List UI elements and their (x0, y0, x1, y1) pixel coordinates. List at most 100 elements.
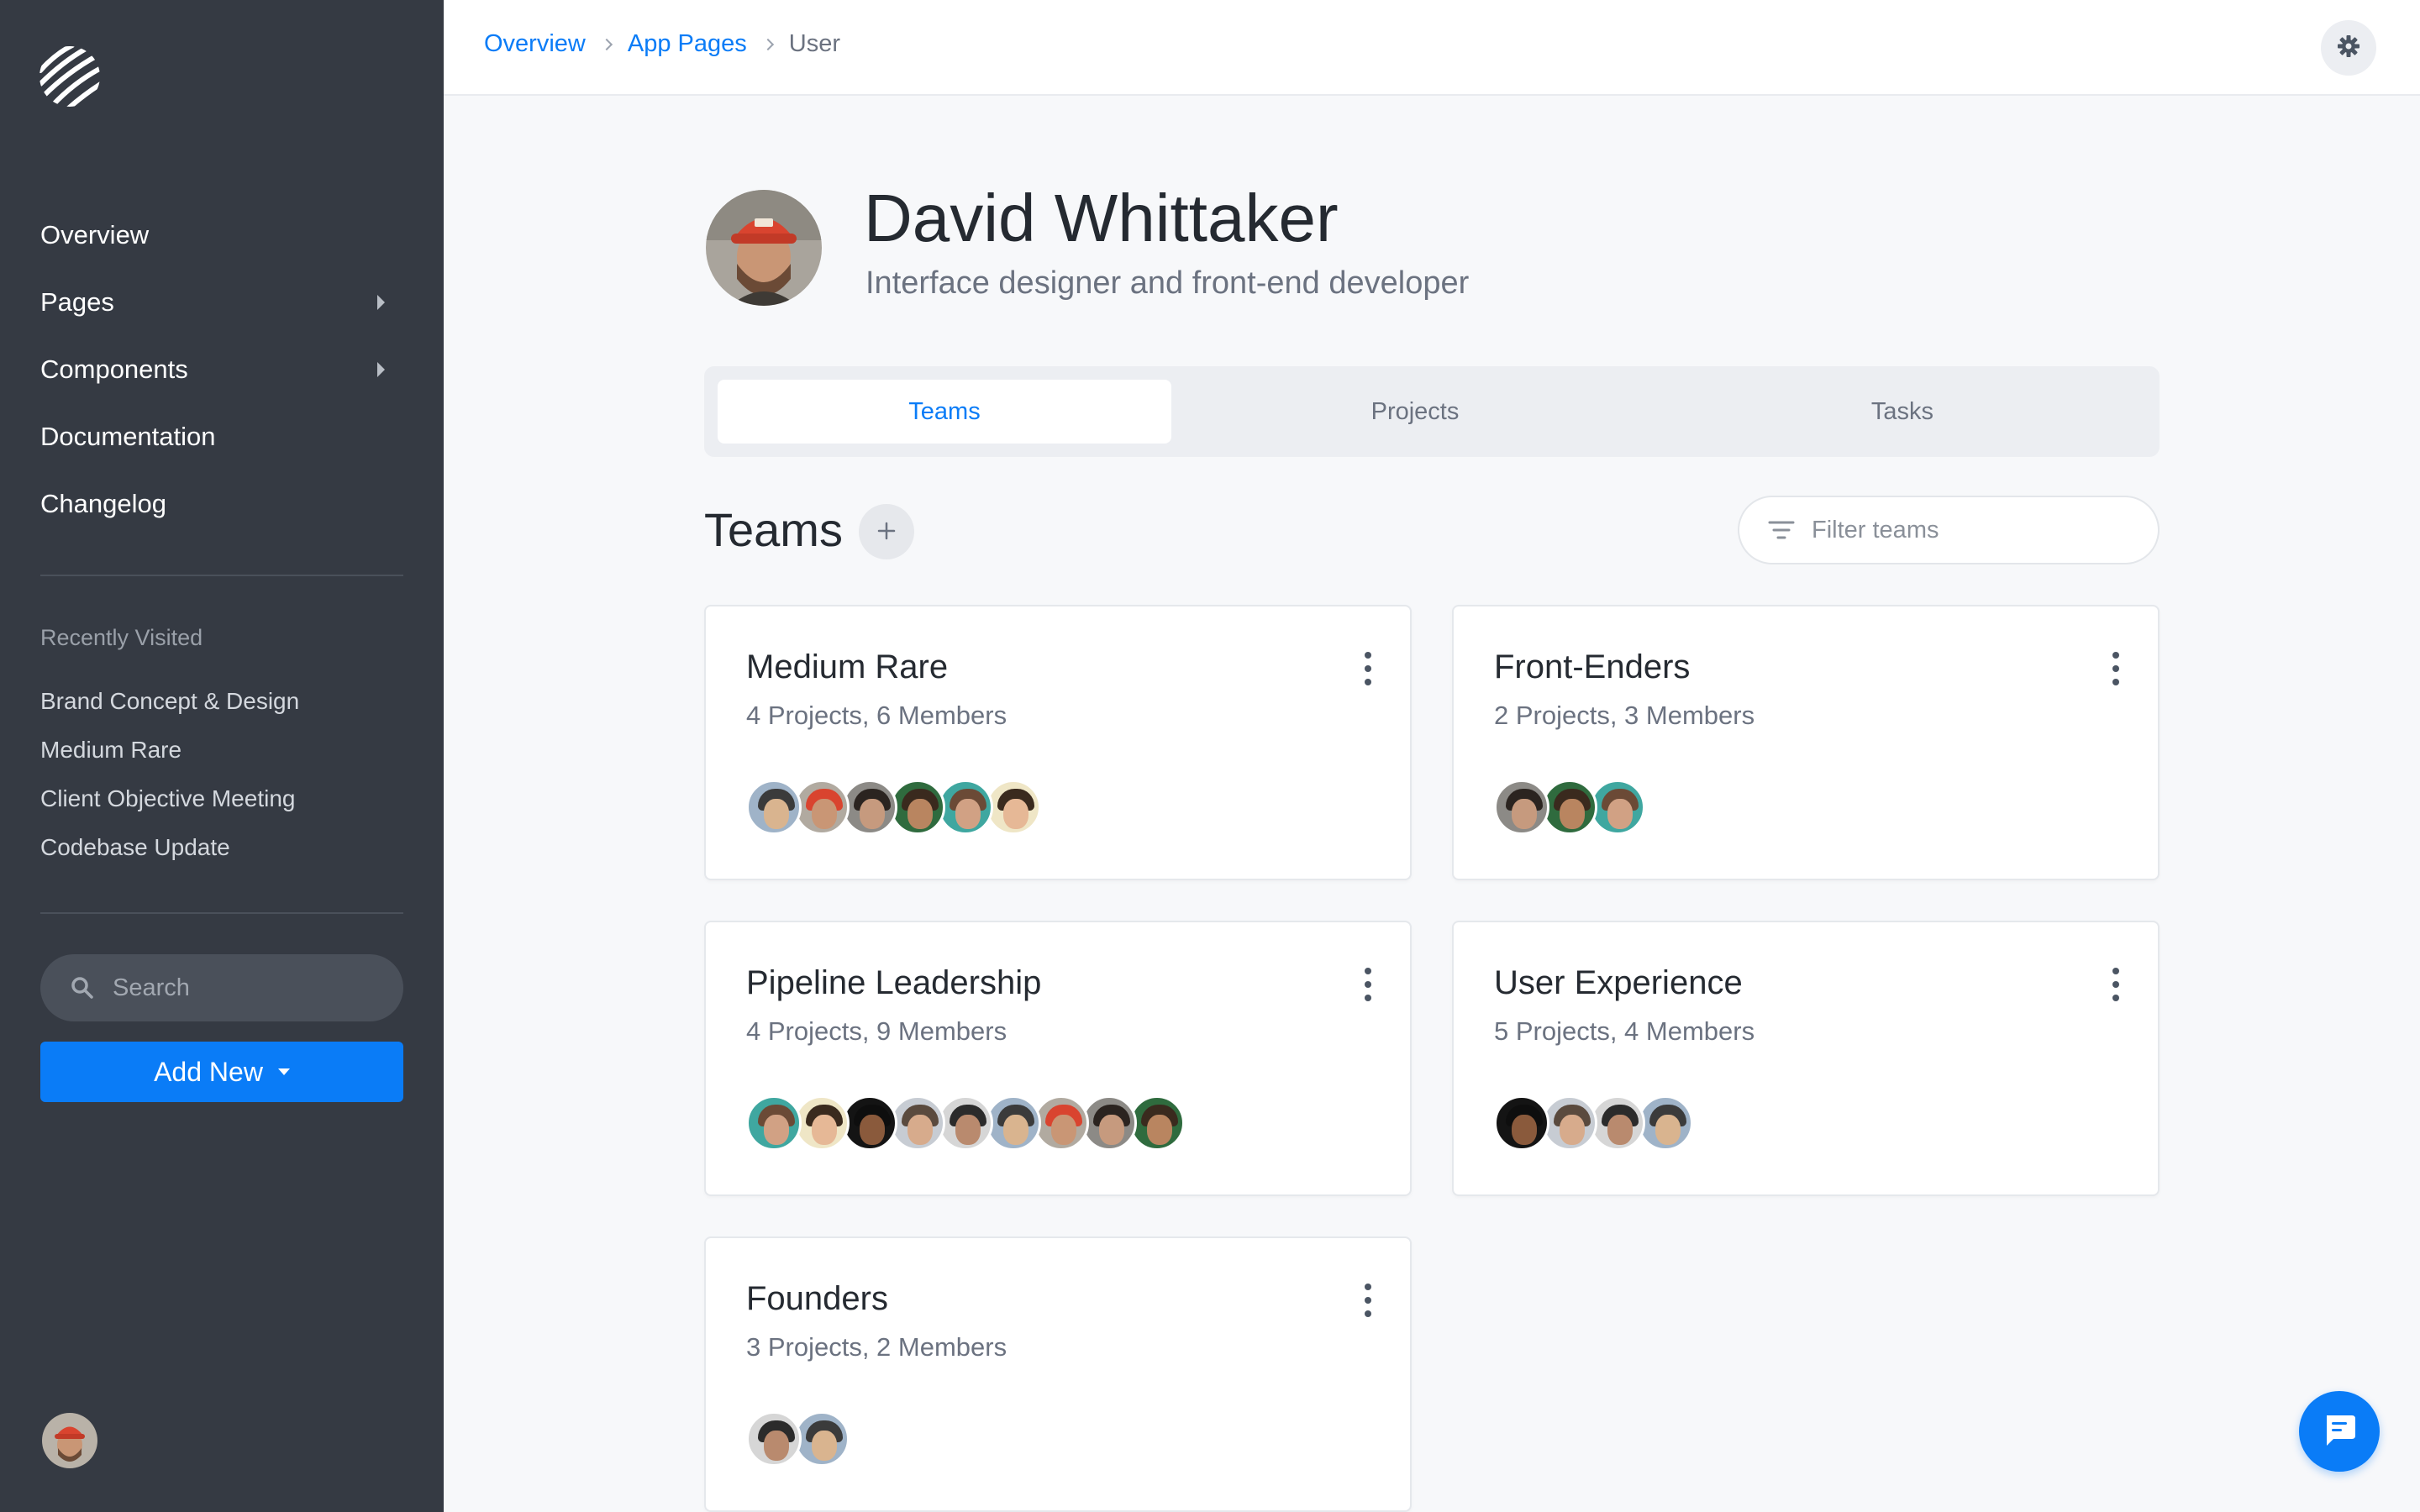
member-avatar[interactable] (746, 1095, 802, 1151)
tab-teams[interactable]: Teams (718, 380, 1171, 444)
search-input[interactable] (113, 974, 381, 1002)
sidebar-item-label: Overview (40, 220, 150, 249)
member-avatar[interactable] (1542, 780, 1597, 835)
member-avatar[interactable] (1542, 1095, 1597, 1151)
brand-logo-icon[interactable] (39, 45, 101, 108)
team-card[interactable]: Founders 3 Projects, 2 Members (704, 1236, 1412, 1512)
member-avatar[interactable] (746, 1411, 802, 1467)
sidebar-item-components[interactable]: Components (40, 336, 403, 403)
member-avatar[interactable] (794, 1095, 850, 1151)
sidebar: Overview Pages Components Documentation … (0, 0, 444, 1512)
member-avatars (1494, 1095, 1693, 1151)
chevron-right-icon (377, 362, 385, 377)
add-team-button[interactable] (859, 504, 914, 559)
member-avatar[interactable] (1129, 1095, 1185, 1151)
sidebar-item-label: Pages (40, 287, 114, 317)
search-icon (71, 976, 94, 1000)
sidebar-item-label: Components (40, 354, 188, 384)
section-title: Teams (704, 503, 843, 556)
chat-button[interactable] (2299, 1391, 2380, 1472)
more-vertical-icon[interactable] (1360, 968, 1376, 1001)
member-avatar[interactable] (890, 1095, 945, 1151)
member-avatar[interactable] (1590, 1095, 1645, 1151)
team-name: Pipeline Leadership (746, 964, 1042, 1001)
recent-item[interactable]: Codebase Update (40, 823, 403, 872)
topbar: Overview App Pages User (444, 0, 2420, 96)
plus-icon (876, 516, 897, 549)
tab-tasks[interactable]: Tasks (1659, 380, 2146, 444)
team-card[interactable]: User Experience 5 Projects, 4 Members (1452, 921, 2160, 1196)
sidebar-item-documentation[interactable]: Documentation (40, 403, 403, 470)
caret-down-icon (277, 1068, 290, 1075)
member-avatar[interactable] (794, 780, 850, 835)
member-avatars (746, 1411, 850, 1467)
sidebar-search[interactable] (40, 954, 403, 1021)
filter-teams[interactable] (1738, 496, 2160, 564)
member-avatar[interactable] (890, 780, 945, 835)
team-name: User Experience (1494, 964, 1743, 1001)
member-avatar[interactable] (986, 1095, 1041, 1151)
breadcrumb-current: User (788, 30, 840, 57)
filter-icon (1768, 520, 1795, 540)
member-avatar[interactable] (1081, 1095, 1137, 1151)
member-avatar[interactable] (1590, 780, 1645, 835)
sidebar-item-pages[interactable]: Pages (40, 269, 403, 336)
member-avatars (1494, 780, 1645, 835)
team-meta: 4 Projects, 6 Members (746, 701, 1007, 730)
member-avatar[interactable] (1638, 1095, 1693, 1151)
team-name: Founders (746, 1280, 888, 1317)
member-avatar[interactable] (986, 780, 1041, 835)
team-card[interactable]: Front-Enders 2 Projects, 3 Members (1452, 605, 2160, 880)
add-new-button[interactable]: Add New (40, 1042, 403, 1102)
more-vertical-icon[interactable] (1360, 1284, 1376, 1317)
member-avatar[interactable] (842, 1095, 897, 1151)
profile-name: David Whittaker (864, 181, 1339, 255)
tab-projects[interactable]: Projects (1171, 380, 1659, 444)
member-avatar[interactable] (1494, 1095, 1549, 1151)
chevron-right-icon (377, 295, 385, 310)
recent-item[interactable]: Medium Rare (40, 726, 403, 774)
member-avatar[interactable] (938, 780, 993, 835)
more-vertical-icon[interactable] (2107, 968, 2124, 1001)
team-card[interactable]: Pipeline Leadership 4 Projects, 9 Member… (704, 921, 1412, 1196)
team-name: Medium Rare (746, 648, 949, 685)
member-avatars (746, 1095, 1185, 1151)
breadcrumb-app-pages[interactable]: App Pages (628, 30, 747, 58)
member-avatar[interactable] (794, 1411, 850, 1467)
member-avatar[interactable] (1034, 1095, 1089, 1151)
member-avatar[interactable] (938, 1095, 993, 1151)
sidebar-divider (40, 912, 403, 914)
more-vertical-icon[interactable] (2107, 652, 2124, 685)
profile-tabs: Teams Projects Tasks (704, 366, 2160, 457)
team-meta: 5 Projects, 4 Members (1494, 1016, 1755, 1046)
recent-item[interactable]: Brand Concept & Design (40, 677, 403, 726)
member-avatar[interactable] (842, 780, 897, 835)
filter-input[interactable] (1812, 516, 2131, 544)
team-meta: 2 Projects, 3 Members (1494, 701, 1755, 730)
breadcrumb-overview[interactable]: Overview (484, 30, 586, 58)
member-avatar[interactable] (746, 780, 802, 835)
team-name: Front-Enders (1494, 648, 1691, 685)
profile-title: Interface designer and front-end develop… (865, 265, 1470, 301)
chevron-right-icon (600, 38, 613, 50)
breadcrumb: Overview App Pages User (484, 30, 840, 58)
profile-avatar (706, 190, 822, 306)
recent-item[interactable]: Client Objective Meeting (40, 774, 403, 823)
more-vertical-icon[interactable] (1360, 652, 1376, 685)
sidebar-divider (40, 575, 403, 576)
sidebar-item-label: Changelog (40, 489, 166, 518)
recent-heading: Recently Visited (40, 625, 203, 650)
add-new-label: Add New (154, 1056, 263, 1087)
settings-button[interactable] (2321, 20, 2376, 76)
sidebar-nav: Overview Pages Components Documentation … (40, 202, 403, 538)
member-avatars (746, 780, 1041, 835)
team-card[interactable]: Medium Rare 4 Projects, 6 Members (704, 605, 1412, 880)
sidebar-item-changelog[interactable]: Changelog (40, 470, 403, 538)
team-meta: 3 Projects, 2 Members (746, 1332, 1007, 1362)
member-avatar[interactable] (1494, 780, 1549, 835)
sidebar-item-label: Documentation (40, 422, 216, 451)
user-avatar[interactable] (42, 1413, 97, 1468)
sidebar-item-overview[interactable]: Overview (40, 202, 403, 269)
gear-icon (2337, 34, 2360, 62)
recent-list: Brand Concept & Design Medium Rare Clien… (40, 677, 403, 872)
